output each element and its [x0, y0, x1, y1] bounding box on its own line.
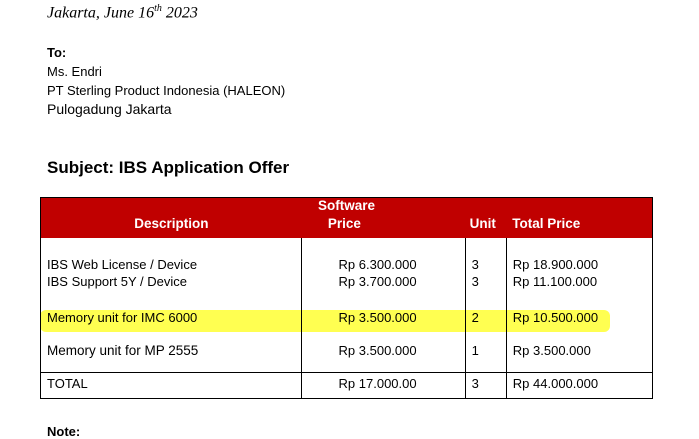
- to-label: To:: [47, 45, 67, 60]
- total-price: Rp 17.000.00: [301, 372, 466, 399]
- row-description: IBS Support 5Y / Device: [39, 273, 302, 309]
- row-unit: 3: [464, 273, 507, 309]
- row-total: Rp 10.500.000: [505, 309, 654, 342]
- row-description: Memory unit for IMC 6000: [39, 309, 302, 342]
- table-total-row: TOTAL Rp 17.000.00 3 Rp 44.000.000: [39, 372, 654, 399]
- row-total: Rp 11.100.000: [505, 273, 654, 309]
- total-amount: Rp 44.000.000: [505, 372, 654, 399]
- row-total: Rp 3.500.000: [505, 342, 654, 373]
- subject-heading: Subject: IBS Application Offer: [47, 158, 290, 177]
- recipient-company: PT Sterling Product Indonesia (HALEON): [47, 83, 286, 98]
- table-row: Memory unit for MP 2555 Rp 3.500.000 1 R…: [39, 342, 654, 373]
- row-unit: 3: [464, 256, 507, 273]
- row-price: Rp 3.700.000: [301, 273, 466, 309]
- row-unit: 2: [464, 309, 507, 342]
- header-unit: Unit: [465, 216, 507, 238]
- row-total: Rp 18.900.000: [505, 256, 654, 273]
- table-header-row: Description Price Unit Total Price: [39, 216, 654, 238]
- letter-date: Jakarta, June 16th 2023: [47, 3, 198, 22]
- header-total-price: Total Price: [506, 216, 654, 238]
- header-description: Description: [39, 216, 302, 238]
- row-price: Rp 3.500.000: [301, 342, 466, 373]
- row-unit: 1: [464, 342, 507, 373]
- total-unit: 3: [464, 372, 507, 399]
- recipient-city: Pulogadung Jakarta: [47, 101, 172, 117]
- group-header-software: Software: [40, 197, 653, 216]
- row-price: Rp 6.300.000: [301, 256, 466, 273]
- row-price: Rp 3.500.000: [301, 309, 466, 342]
- header-price: Price: [301, 216, 466, 238]
- table-row: IBS Web License / Device Rp 6.300.000 3 …: [39, 256, 654, 273]
- table-row: IBS Support 5Y / Device Rp 3.700.000 3 R…: [39, 273, 654, 309]
- table-group-header-row: Software: [40, 197, 653, 216]
- table-row-highlighted: Memory unit for IMC 6000 Rp 3.500.000 2 …: [39, 309, 654, 342]
- offer-table: Software Description Price Unit Total Pr…: [39, 197, 654, 399]
- row-description: IBS Web License / Device: [39, 256, 302, 273]
- table-spacer-row: [39, 238, 654, 256]
- row-description: Memory unit for MP 2555: [39, 342, 302, 373]
- note-label: Note:: [47, 424, 81, 439]
- recipient-name: Ms. Endri: [47, 64, 102, 79]
- total-label: TOTAL: [39, 372, 302, 399]
